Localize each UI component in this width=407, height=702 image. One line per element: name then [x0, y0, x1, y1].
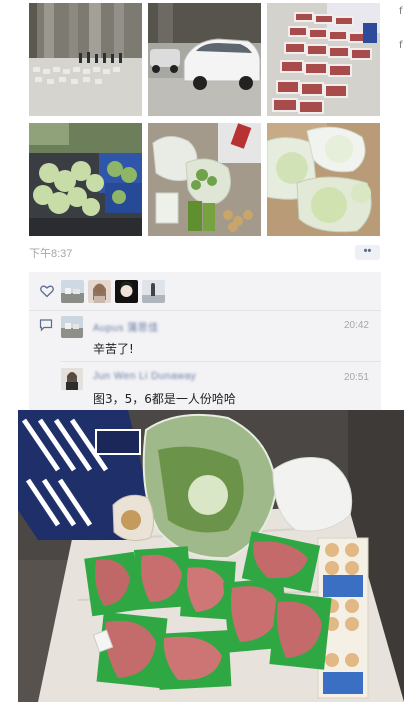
- comment-avatar-2[interactable]: [61, 368, 83, 390]
- vegetable-crates-photo: [29, 123, 142, 236]
- comment-time-2: 20:51: [343, 372, 369, 383]
- crowd-plaza-photo: [29, 3, 142, 116]
- comment-author-1[interactable]: Aupus 蒲思佳: [93, 319, 159, 334]
- like-avatar-2[interactable]: [88, 280, 111, 303]
- vegetable-bags-photo: [148, 123, 261, 236]
- edge-glyph-second: f: [399, 40, 403, 51]
- like-avatar-1[interactable]: [61, 280, 84, 303]
- more-options-button[interactable]: ••: [355, 245, 380, 260]
- groceries-photo: [18, 410, 404, 702]
- meat-trays-photo: [267, 3, 380, 116]
- likes-row: [29, 272, 381, 311]
- parked-cars-photo: [148, 3, 261, 116]
- grid-photo-4[interactable]: [29, 123, 142, 236]
- post-time: 下午8:37: [29, 248, 73, 260]
- comment-2[interactable]: Jun Wen Li Dunaway 20:51 图3，5，6都是一人份哈哈: [29, 364, 381, 410]
- cabbage-bags-photo: [267, 123, 380, 236]
- comment-text-2: 图3，5，6都是一人份哈哈: [93, 392, 236, 406]
- comment-icon: [39, 319, 53, 332]
- grid-photo-6[interactable]: [267, 123, 380, 236]
- comment-text-1: 辛苦了!: [93, 342, 134, 356]
- comment-separator: [61, 361, 381, 362]
- comment-1[interactable]: Aupus 蒲思佳 20:42 辛苦了!: [29, 312, 381, 360]
- comment-time-1: 20:42: [343, 320, 369, 331]
- grid-photo-3[interactable]: [267, 3, 380, 116]
- grid-photo-5[interactable]: [148, 123, 261, 236]
- feedback-panel: Aupus 蒲思佳 20:42 辛苦了! Jun Wen Li Dunaway …: [29, 272, 381, 410]
- photo-grid: [29, 3, 381, 236]
- edge-glyph-top: f: [399, 6, 403, 17]
- like-avatar-4[interactable]: [142, 280, 165, 303]
- grid-photo-2[interactable]: [148, 3, 261, 116]
- comment-author-2[interactable]: Jun Wen Li Dunaway: [93, 371, 196, 382]
- groceries-table-photo: [18, 410, 404, 702]
- heart-icon: [40, 285, 54, 298]
- comment-avatar-1[interactable]: [61, 316, 83, 338]
- grid-photo-1[interactable]: [29, 3, 142, 116]
- like-avatar-3[interactable]: [115, 280, 138, 303]
- moment-post: f f 下午8:37 •• Aupus 蒲思佳 20:42 辛苦了! Jun W…: [0, 0, 407, 410]
